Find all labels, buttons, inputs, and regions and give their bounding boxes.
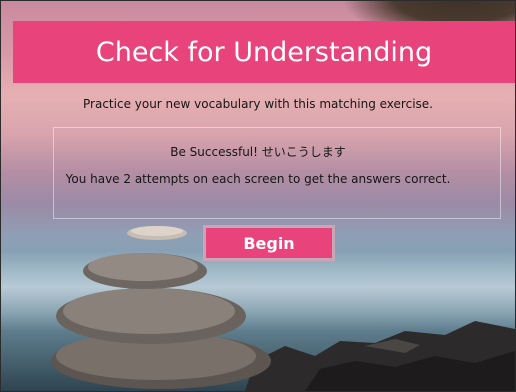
shore-rocks-image: [245, 321, 515, 391]
attempts-message: You have 2 attempts on each screen to ge…: [65, 172, 451, 186]
title-banner: Check for Understanding: [13, 21, 515, 83]
begin-button[interactable]: Begin: [203, 225, 335, 261]
success-message: Be Successful! せいこうします: [170, 145, 346, 159]
intro-text: Practice your new vocabulary with this m…: [83, 97, 433, 111]
slide-frame: Check for Understanding Practice your ne…: [0, 0, 516, 392]
page-title: Check for Understanding: [95, 36, 433, 68]
